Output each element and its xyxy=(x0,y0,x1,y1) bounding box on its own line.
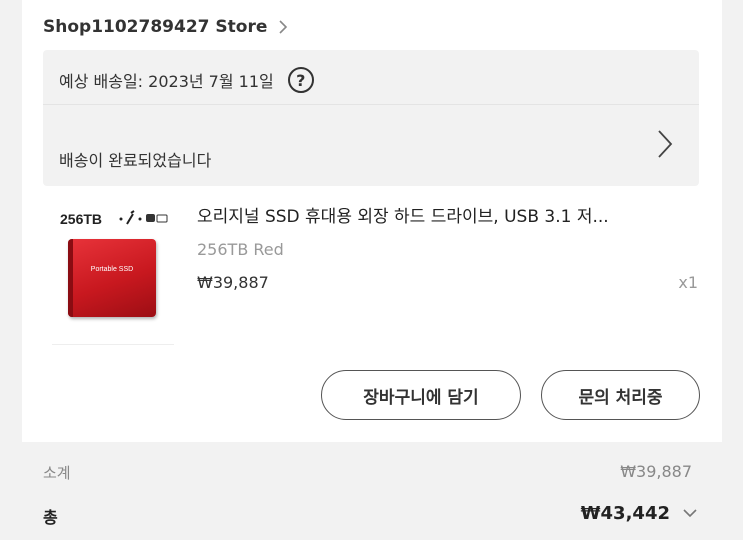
ssd-case-text: Portable SSD xyxy=(90,266,134,273)
subtotal-label: 소계 xyxy=(43,464,71,482)
add-to-cart-button[interactable]: 장바구니에 담기 xyxy=(321,370,521,420)
shipping-info-box: 예상 배송일: 2023년 7월 11일 ? 배송이 완료되었습니다 xyxy=(43,50,699,186)
shipping-status: 배송이 완료되었습니다 xyxy=(59,151,212,170)
estimated-delivery-text: 예상 배송일: 2023년 7월 11일 xyxy=(59,72,274,91)
store-name: Shop1102789427 Store xyxy=(43,17,268,37)
product-title[interactable]: 오리지널 SSD 휴대용 외장 하드 드라이브, USB 3.1 저... xyxy=(197,202,697,227)
product-variant: 256TB Red xyxy=(197,240,284,259)
store-link[interactable]: Shop1102789427 Store xyxy=(43,14,289,40)
product-quantity: x1 xyxy=(678,273,698,292)
chevron-right-icon xyxy=(658,130,673,158)
product-price: ₩39,887 xyxy=(197,273,269,292)
ssd-edge xyxy=(68,239,73,317)
total-value: ₩43,442 xyxy=(580,503,670,524)
cable-icon xyxy=(119,210,168,225)
product-thumbnail[interactable]: 256TB Portable SSD xyxy=(52,205,174,345)
total-label: 총 xyxy=(43,508,58,527)
chevron-down-icon[interactable] xyxy=(683,508,697,518)
subtotal-value: ₩39,887 xyxy=(620,462,692,481)
ssd-product-image: Portable SSD xyxy=(68,239,156,317)
order-card: Shop1102789427 Store 예상 배송일: 2023년 7월 11… xyxy=(22,0,722,442)
thumbnail-capacity-label: 256TB xyxy=(60,211,103,227)
shipping-status-row[interactable]: 배송이 완료되었습니다 xyxy=(43,105,699,186)
help-icon[interactable]: ? xyxy=(287,67,314,93)
inquiry-status-button[interactable]: 문의 처리중 xyxy=(541,370,700,420)
estimated-delivery: 예상 배송일: 2023년 7월 11일 ? xyxy=(59,66,314,94)
chevron-right-icon xyxy=(279,20,288,34)
